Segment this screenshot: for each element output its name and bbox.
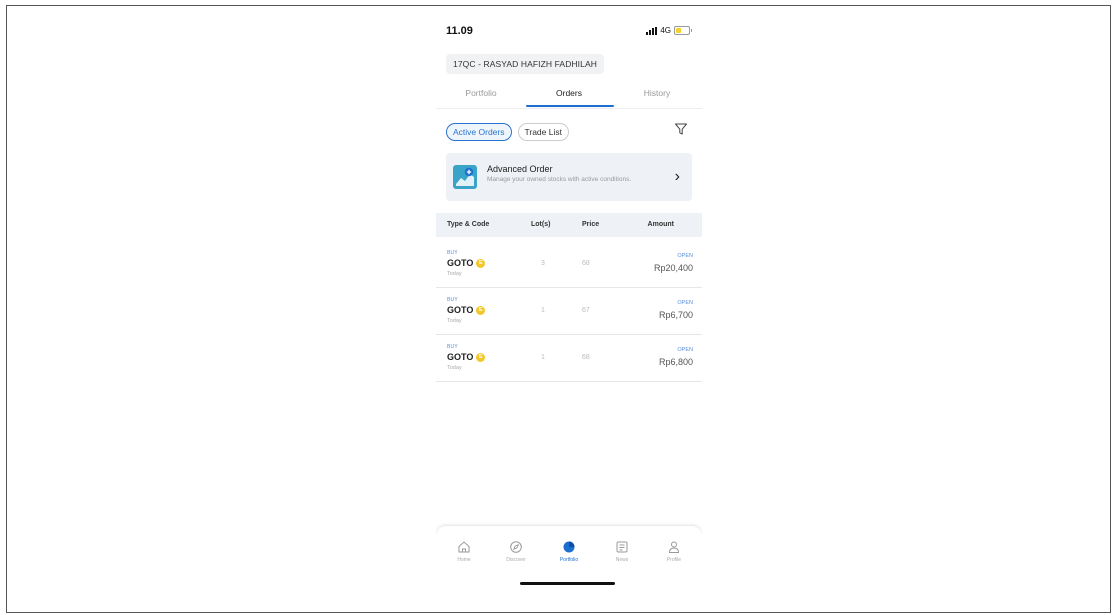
nav-profile-label: Profile bbox=[666, 557, 682, 563]
nav-home-label: Home bbox=[457, 557, 471, 563]
battery-tip bbox=[691, 29, 692, 32]
e-badge-icon: E bbox=[476, 305, 486, 315]
nav-portfolio[interactable]: Portfolio bbox=[549, 540, 589, 563]
order-amount: Rp6,800 bbox=[658, 357, 693, 367]
stock-code: GOTO E bbox=[447, 305, 486, 315]
news-icon bbox=[616, 541, 628, 553]
order-type: BUY bbox=[447, 344, 458, 350]
phone-screen: 11.09 4G 17QC - RASYAD HAFIZH FADHILAH P… bbox=[436, 18, 702, 606]
order-price: 68 bbox=[582, 260, 590, 267]
tab-bar: Portfolio Orders History bbox=[436, 86, 702, 108]
battery-icon bbox=[674, 26, 690, 35]
order-status: OPEN bbox=[677, 253, 693, 259]
status-bar: 11.09 4G bbox=[436, 18, 702, 44]
header-amount: Amount bbox=[647, 221, 674, 228]
order-amount: Rp6,700 bbox=[658, 310, 693, 320]
order-filter-chips: Active Orders Trade List bbox=[446, 123, 569, 141]
nav-profile[interactable]: Profile bbox=[654, 540, 694, 563]
tab-portfolio[interactable]: Portfolio bbox=[436, 88, 526, 98]
order-price: 68 bbox=[582, 354, 590, 361]
status-time: 11.09 bbox=[446, 25, 473, 37]
table-row[interactable]: BUY GOTO E Today 1 67 OPEN Rp6,700 bbox=[436, 288, 702, 335]
order-price: 67 bbox=[582, 307, 590, 314]
active-orders-chip[interactable]: Active Orders bbox=[446, 123, 512, 141]
nav-discover[interactable]: Discover bbox=[496, 540, 536, 563]
profile-icon bbox=[668, 541, 680, 553]
pie-chart-icon bbox=[563, 541, 575, 553]
e-badge-icon: E bbox=[476, 258, 486, 268]
stock-code: GOTO E bbox=[447, 258, 486, 268]
stock-code: GOTO E bbox=[447, 352, 486, 362]
bottom-navigation: Home Discover Portfolio News Profile bbox=[436, 526, 702, 606]
e-badge-icon: E bbox=[476, 352, 486, 362]
order-date: Today bbox=[447, 318, 462, 324]
home-indicator-bar bbox=[520, 582, 615, 585]
account-selector[interactable]: 17QC - RASYAD HAFIZH FADHILAH bbox=[446, 54, 604, 74]
table-row[interactable]: BUY GOTO E Today 1 68 OPEN Rp6,800 bbox=[436, 335, 702, 382]
tab-history[interactable]: History bbox=[612, 88, 702, 98]
order-status: OPEN bbox=[677, 300, 693, 306]
home-icon bbox=[458, 541, 470, 553]
screenshot-frame: 11.09 4G 17QC - RASYAD HAFIZH FADHILAH P… bbox=[6, 5, 1111, 613]
header-lots: Lot(s) bbox=[531, 221, 551, 228]
tab-orders[interactable]: Orders bbox=[524, 88, 614, 98]
filter-icon[interactable] bbox=[674, 122, 688, 136]
advanced-order-icon bbox=[453, 165, 477, 189]
order-lots: 1 bbox=[541, 307, 545, 314]
signal-icon bbox=[646, 26, 658, 35]
nav-news[interactable]: News bbox=[602, 540, 642, 563]
order-status: OPEN bbox=[677, 347, 693, 353]
chevron-right-icon: › bbox=[674, 168, 680, 185]
advanced-order-title: Advanced Order bbox=[487, 164, 553, 174]
orders-table-header: Type & Code Lot(s) Price Amount bbox=[436, 213, 702, 237]
trade-list-chip[interactable]: Trade List bbox=[517, 123, 569, 141]
order-date: Today bbox=[447, 271, 462, 277]
nav-news-label: News bbox=[615, 557, 629, 563]
header-type-code: Type & Code bbox=[447, 221, 490, 228]
order-type: BUY bbox=[447, 250, 458, 256]
tab-divider bbox=[436, 108, 702, 109]
order-lots: 3 bbox=[541, 260, 545, 267]
order-type: BUY bbox=[447, 297, 458, 303]
order-amount: Rp20,400 bbox=[653, 263, 693, 273]
nav-home[interactable]: Home bbox=[444, 540, 484, 563]
nav-discover-label: Discover bbox=[506, 557, 526, 563]
advanced-order-description: Manage your owned stocks with active con… bbox=[487, 176, 632, 183]
nav-portfolio-label: Portfolio bbox=[559, 557, 579, 563]
status-indicators: 4G bbox=[646, 26, 692, 35]
network-label: 4G bbox=[660, 26, 671, 35]
advanced-order-card[interactable]: Advanced Order Manage your owned stocks … bbox=[446, 153, 692, 201]
table-row[interactable]: BUY GOTO E Today 3 68 OPEN Rp20,400 bbox=[436, 241, 702, 288]
order-date: Today bbox=[447, 365, 462, 371]
header-price: Price bbox=[582, 221, 600, 228]
active-tab-indicator bbox=[526, 105, 614, 107]
compass-icon bbox=[510, 541, 522, 553]
order-lots: 1 bbox=[541, 354, 545, 361]
